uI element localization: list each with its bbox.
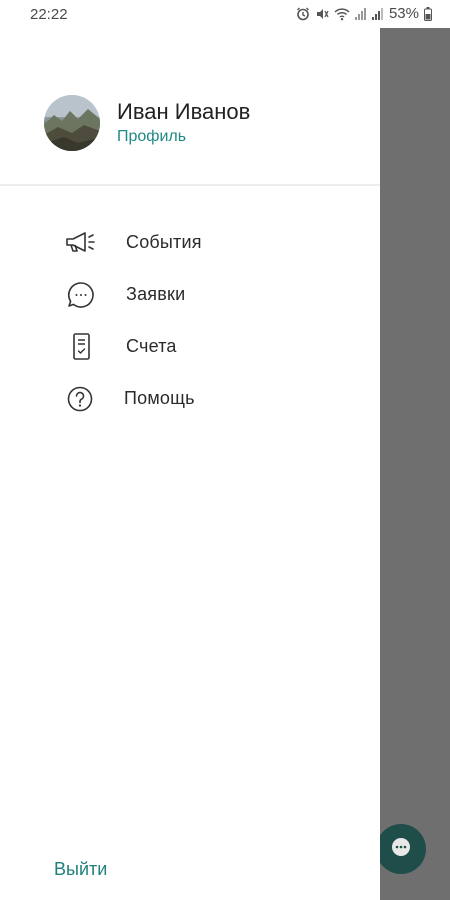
menu-item-events[interactable]: События: [0, 216, 380, 268]
avatar[interactable]: [44, 95, 100, 151]
chat-fab-button[interactable]: [376, 824, 426, 874]
menu-item-help[interactable]: Помощь: [0, 372, 380, 424]
status-icons: 53%: [296, 5, 432, 22]
battery-percent: 53%: [388, 5, 419, 22]
divider: [0, 184, 380, 186]
alarm-icon: [296, 7, 310, 21]
wifi-icon: [334, 7, 350, 21]
chat-bubble-icon: [64, 281, 98, 309]
signal-icon: [371, 7, 384, 21]
signal-icon: [354, 7, 367, 21]
scrim-overlay[interactable]: [380, 28, 450, 900]
menu-item-label: Счета: [126, 336, 177, 356]
user-name: Иван Иванов: [117, 98, 251, 124]
profile-link[interactable]: Профиль: [117, 126, 250, 148]
logout-button[interactable]: Выйти: [54, 859, 107, 880]
status-time: 22:22: [30, 6, 68, 23]
megaphone-icon: [64, 229, 98, 257]
menu-item-label: События: [126, 232, 202, 252]
status-bar: 22:22 53%: [0, 0, 450, 28]
invoice-icon: [64, 333, 98, 361]
mute-icon: [315, 7, 329, 21]
menu-item-label: Помощь: [124, 388, 195, 408]
help-icon: [64, 385, 98, 413]
profile-header[interactable]: Иван Иванов Профиль: [44, 95, 250, 151]
drawer-menu: События Заявки Счета Помощь: [0, 216, 380, 424]
menu-item-invoices[interactable]: Счета: [0, 320, 380, 372]
menu-item-label: Заявки: [126, 284, 186, 304]
menu-item-requests[interactable]: Заявки: [0, 268, 380, 320]
navigation-drawer: Иван Иванов Профиль События Заявки Счета…: [0, 0, 380, 900]
battery-icon: [424, 6, 432, 21]
chat-icon: [390, 836, 412, 863]
